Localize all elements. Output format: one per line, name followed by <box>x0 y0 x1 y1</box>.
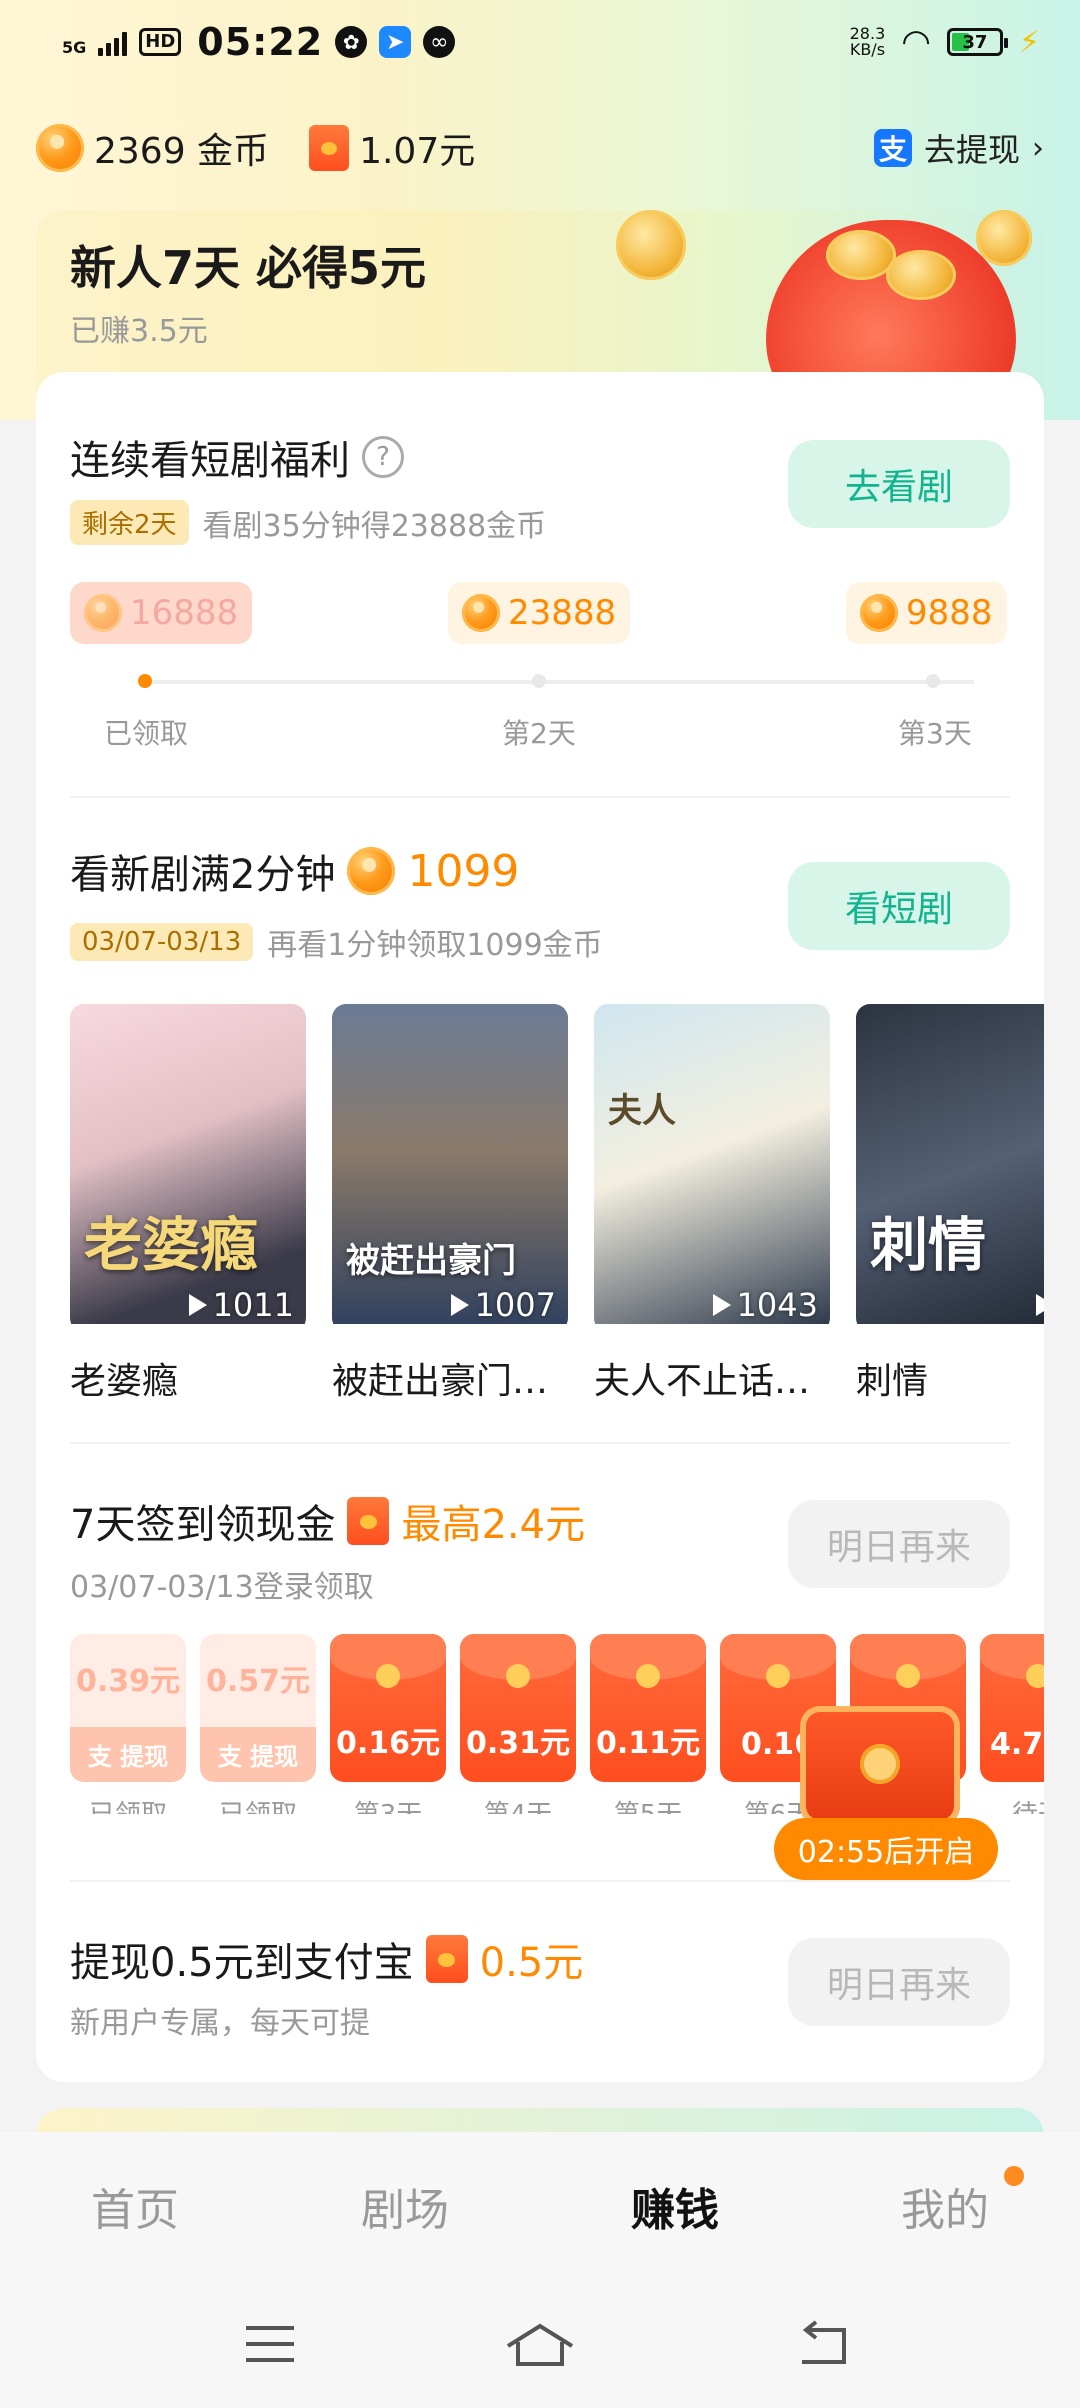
red-envelope-icon <box>347 1497 390 1545</box>
play-count: 1011 <box>188 1286 294 1324</box>
chevron-right-icon: › <box>1032 130 1044 166</box>
app-notification-icon: ➤ <box>379 26 412 58</box>
milestone-3: 9888 <box>846 582 1007 644</box>
watch-drama-button[interactable]: 看短剧 <box>788 862 1010 950</box>
wifi-icon: ◠ <box>901 22 931 62</box>
series-task-desc: 剩余2天 看剧35分钟得23888金币 <box>70 500 546 545</box>
divider <box>70 1442 1010 1444</box>
drama-poster[interactable]: 老婆瘾 1011 <box>70 1004 306 1324</box>
menu-icon[interactable] <box>240 2320 300 2368</box>
checkin-day[interactable]: 0.31元 第4天 <box>460 1634 576 1814</box>
tab-earn[interactable]: 赚钱 <box>540 2174 810 2238</box>
drama-poster[interactable]: 被赶出豪门 1007 <box>332 1004 568 1324</box>
play-icon <box>712 1294 731 1316</box>
app-notification-icon-2: ∞ <box>423 26 456 58</box>
gold-coin-icon <box>616 210 686 280</box>
checkin-task-desc: 03/07-03/13登录领取 <box>70 1570 374 1605</box>
notification-dot <box>1004 2166 1024 2186</box>
withdraw-link[interactable]: 支 去提现 › <box>873 125 1044 171</box>
status-bar: 5G HD 05:22 ✿ ➤ ∞ 28.3 KB/s ◠ 37 ⚡ <box>0 0 1080 84</box>
checkin-day[interactable]: 0.11元 第5天 <box>590 1634 706 1814</box>
progress-dot <box>926 674 940 688</box>
network-type: 5G <box>62 38 87 57</box>
drama-poster[interactable]: 夫人 1043 <box>594 1004 830 1324</box>
go-watch-button[interactable]: 去看剧 <box>788 440 1010 528</box>
drama-title[interactable]: 老婆瘾 <box>70 1352 306 1404</box>
gold-coin-icon <box>886 250 956 300</box>
network-speed: 28.3 KB/s <box>849 24 886 59</box>
banner-title: 新人7天 必得5元 <box>70 241 427 295</box>
tab-me[interactable]: 我的 <box>810 2166 1080 2238</box>
coin-icon <box>462 594 500 632</box>
series-task-title: 连续看短剧福利 ? <box>70 428 404 486</box>
drama-poster-row: 老婆瘾 1011 被赶出豪门 1007 夫人 1043 刺情 9 <box>70 1004 1044 1324</box>
drama-title[interactable]: 夫人不止话… <box>594 1352 830 1404</box>
play-count: 1043 <box>712 1286 818 1324</box>
checkin-task-title: 7天签到领现金 最高2.4元 <box>70 1492 585 1550</box>
drama-title[interactable]: 刺情 <box>856 1352 1044 1404</box>
progress-dot <box>532 674 546 688</box>
play-count: 1007 <box>450 1286 556 1324</box>
coin-icon <box>860 594 898 632</box>
coin-icon <box>347 847 396 895</box>
coin-icon <box>84 594 122 632</box>
milestone-2: 23888 <box>448 582 631 644</box>
alipay-task-title: 提现0.5元到支付宝 0.5元 <box>70 1930 583 1988</box>
play-icon <box>188 1294 207 1316</box>
system-nav-bar <box>0 2280 1080 2408</box>
date-range-tag: 03/07-03/13 <box>70 923 254 961</box>
progress-dot <box>138 674 152 688</box>
wechat-icon: ✿ <box>335 26 368 58</box>
milestone-label: 第2天 <box>502 717 576 750</box>
back-icon[interactable] <box>794 2320 854 2368</box>
drama-title[interactable]: 被赶出豪门… <box>332 1352 568 1404</box>
alipay-icon: 支 <box>217 1743 242 1771</box>
help-icon[interactable]: ? <box>362 436 404 478</box>
checkin-day[interactable]: 4.7 待开 <box>980 1634 1044 1814</box>
divider <box>70 796 1010 798</box>
tab-home[interactable]: 首页 <box>0 2174 270 2238</box>
milestone-1: 16888 <box>70 582 253 644</box>
gold-coin-icon <box>976 210 1032 266</box>
withdraw-chip: 支 提现 <box>200 1727 316 1782</box>
wallet-row: 2369 金币 1.07元 支 去提现 › <box>0 112 1080 184</box>
play-icon <box>1035 1294 1044 1316</box>
play-count: 9 <box>1035 1286 1044 1324</box>
battery-icon: 37 <box>946 28 1008 56</box>
checkin-day[interactable]: 0.16元 第3天 <box>330 1634 446 1814</box>
cash-balance[interactable]: 1.07元 <box>309 122 475 174</box>
come-back-tomorrow-button[interactable]: 明日再来 <box>788 1938 1010 2026</box>
treasure-chest-icon[interactable] <box>790 1690 970 1830</box>
signal-icon <box>98 28 128 56</box>
come-back-tomorrow-button[interactable]: 明日再来 <box>788 1500 1010 1588</box>
divider <box>70 1880 1010 1882</box>
checkin-day[interactable]: 0.39元支 提现 已领取 <box>70 1634 186 1814</box>
milestone-label: 已领取 <box>104 717 189 750</box>
play-icon <box>450 1294 469 1316</box>
remaining-days-tag: 剩余2天 <box>70 500 189 545</box>
charging-icon: ⚡ <box>1018 24 1040 60</box>
milestone-label: 第3天 <box>898 717 972 750</box>
coin-balance[interactable]: 2369 金币 <box>36 122 269 174</box>
drama-poster[interactable]: 刺情 9 <box>856 1004 1044 1324</box>
coin-icon <box>36 124 84 172</box>
red-envelope-icon <box>425 1935 468 1983</box>
alipay-icon: 支 <box>87 1743 112 1771</box>
home-icon[interactable] <box>504 2320 576 2368</box>
checkin-day[interactable]: 0.57元支 提现 已领取 <box>200 1634 316 1814</box>
red-envelope-icon <box>309 125 350 171</box>
new-drama-task-desc: 03/07-03/13 再看1分钟领取1099金币 <box>70 920 603 964</box>
tab-theater[interactable]: 剧场 <box>270 2174 540 2238</box>
alipay-icon: 支 <box>873 129 912 167</box>
banner-subtitle: 已赚3.5元 <box>70 314 208 349</box>
alipay-task-desc: 新用户专属，每天可提 <box>70 2006 370 2041</box>
progress-track <box>140 680 974 684</box>
hd-badge: HD <box>139 28 182 56</box>
bottom-tab-bar: 首页 剧场 赚钱 我的 <box>0 2132 1080 2280</box>
new-drama-task-title: 看新剧满2分钟 1099 <box>70 845 520 899</box>
chest-timer-badge[interactable]: 02:55后开启 <box>774 1818 998 1880</box>
withdraw-chip: 支 提现 <box>70 1727 186 1782</box>
clock: 05:22 <box>197 20 324 64</box>
